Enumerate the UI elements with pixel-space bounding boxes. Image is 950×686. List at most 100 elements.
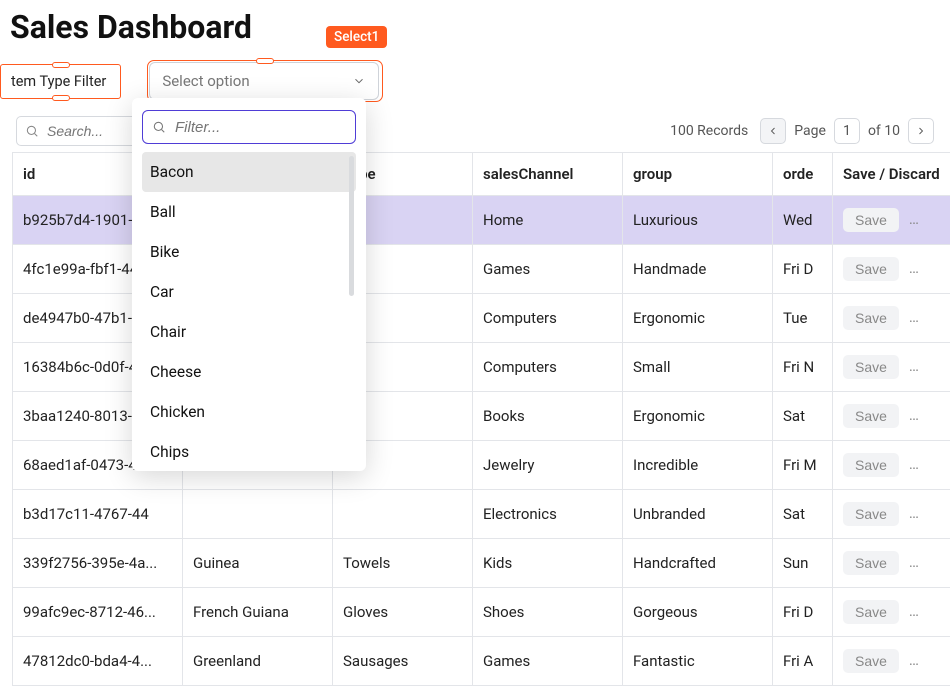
table-row[interactable]: 99afc9ec-8712-46...French GuianaGlovesSh…	[13, 588, 950, 637]
dropdown-option[interactable]: Ball	[142, 192, 356, 232]
col-sales-channel[interactable]: salesChannel	[473, 153, 623, 196]
dropdown-list[interactable]: BaconBallBikeCarChairCheeseChickenChips	[142, 152, 356, 463]
cell-id: b3d17c11-4767-44	[13, 490, 183, 539]
save-button[interactable]: Save	[843, 502, 899, 526]
cell-group: Fantastic	[623, 637, 773, 686]
cell-actions: SaveDiscard	[833, 588, 950, 637]
cell-country: Guinea	[183, 539, 333, 588]
cell-orderDate: Wed	[773, 196, 833, 245]
cell-itemType	[333, 490, 473, 539]
cell-group: Ergonomic	[623, 392, 773, 441]
dropdown-option[interactable]: Chicken	[142, 392, 356, 432]
search-icon	[152, 120, 166, 134]
cell-id: 47812dc0-bda4-4...	[13, 637, 183, 686]
next-page-button[interactable]	[908, 118, 934, 144]
dropdown-option[interactable]: Car	[142, 272, 356, 312]
save-button[interactable]: Save	[843, 649, 899, 673]
dropdown-option[interactable]: Chips	[142, 432, 356, 463]
col-group[interactable]: group	[623, 153, 773, 196]
cell-group: Luxurious	[623, 196, 773, 245]
page-of: of 10	[868, 123, 900, 139]
cell-orderDate: Fri D	[773, 245, 833, 294]
cell-actions: SaveDiscard	[833, 539, 950, 588]
table-row[interactable]: 47812dc0-bda4-4...GreenlandSausagesGames…	[13, 637, 950, 686]
cell-group: Ergonomic	[623, 294, 773, 343]
records-count: 100 Records	[670, 123, 748, 139]
cell-group: Handmade	[623, 245, 773, 294]
dropdown-option[interactable]: Bacon	[142, 152, 356, 192]
cell-salesChannel: Jewelry	[473, 441, 623, 490]
save-button[interactable]: Save	[843, 600, 899, 624]
dropdown-option[interactable]: Cheese	[142, 352, 356, 392]
cell-group: Unbranded	[623, 490, 773, 539]
cell-actions: SaveDiscard	[833, 637, 950, 686]
scrollbar[interactable]	[349, 156, 354, 296]
chevron-left-icon	[767, 125, 779, 137]
item-type-select[interactable]: Select option	[149, 62, 379, 100]
table-row[interactable]: b3d17c11-4767-44ElectronicsUnbrandedSatS…	[13, 490, 950, 539]
cell-salesChannel: Home	[473, 196, 623, 245]
cell-salesChannel: Books	[473, 392, 623, 441]
select-placeholder: Select option	[162, 72, 249, 90]
cell-orderDate: Tue	[773, 294, 833, 343]
cell-salesChannel: Games	[473, 245, 623, 294]
cell-id: 99afc9ec-8712-46...	[13, 588, 183, 637]
cell-group: Incredible	[623, 441, 773, 490]
dropdown-option[interactable]: Chair	[142, 312, 356, 352]
cell-id: 339f2756-395e-4a...	[13, 539, 183, 588]
cell-group: Handcrafted	[623, 539, 773, 588]
cell-orderDate: Fri A	[773, 637, 833, 686]
cell-salesChannel: Computers	[473, 294, 623, 343]
cell-country	[183, 490, 333, 539]
cell-country: Greenland	[183, 637, 333, 686]
cell-itemType: Sausages	[333, 637, 473, 686]
save-button[interactable]: Save	[843, 208, 899, 232]
cell-actions: SaveDiscard	[833, 196, 950, 245]
item-type-filter-label: tem Type Filter	[0, 64, 121, 99]
cell-salesChannel: Electronics	[473, 490, 623, 539]
save-button[interactable]: Save	[843, 257, 899, 281]
save-button[interactable]: Save	[843, 355, 899, 379]
cell-orderDate: Fri M	[773, 441, 833, 490]
select-dropdown-panel: BaconBallBikeCarChairCheeseChickenChips	[132, 98, 366, 471]
cell-group: Small	[623, 343, 773, 392]
cell-orderDate: Fri N	[773, 343, 833, 392]
col-action: Save / Discard	[833, 153, 950, 196]
cell-actions: SaveDiscard	[833, 441, 950, 490]
cell-actions: SaveDiscard	[833, 245, 950, 294]
save-button[interactable]: Save	[843, 404, 899, 428]
cell-salesChannel: Kids	[473, 539, 623, 588]
current-page[interactable]: 1	[834, 118, 860, 144]
save-button[interactable]: Save	[843, 306, 899, 330]
cell-orderDate: Sun	[773, 539, 833, 588]
save-button[interactable]: Save	[843, 453, 899, 477]
cell-salesChannel: Computers	[473, 343, 623, 392]
prev-page-button[interactable]	[760, 118, 786, 144]
page-label: Page	[794, 123, 826, 139]
cell-salesChannel: Games	[473, 637, 623, 686]
page-title: Sales Dashboard	[0, 0, 950, 50]
dropdown-option[interactable]: Bike	[142, 232, 356, 272]
cell-country: French Guiana	[183, 588, 333, 637]
cell-actions: SaveDiscard	[833, 490, 950, 539]
search-icon	[25, 124, 39, 138]
cell-itemType: Towels	[333, 539, 473, 588]
save-button[interactable]: Save	[843, 551, 899, 575]
col-order-date[interactable]: orde	[773, 153, 833, 196]
cell-salesChannel: Shoes	[473, 588, 623, 637]
cell-orderDate: Sat	[773, 392, 833, 441]
chevron-right-icon	[915, 125, 927, 137]
chevron-down-icon	[352, 74, 366, 88]
cell-orderDate: Fri D	[773, 588, 833, 637]
dropdown-filter-input[interactable]	[142, 110, 356, 144]
cell-actions: SaveDiscard	[833, 343, 950, 392]
pagination: 100 Records Page 1 of 10	[670, 118, 934, 144]
table-row[interactable]: 339f2756-395e-4a...GuineaTowelsKidsHandc…	[13, 539, 950, 588]
cell-actions: SaveDiscard	[833, 294, 950, 343]
filter-label-text: tem Type Filter	[11, 73, 106, 90]
cell-actions: SaveDiscard	[833, 392, 950, 441]
cell-itemType: Gloves	[333, 588, 473, 637]
cell-orderDate: Sat	[773, 490, 833, 539]
select-badge: Select1	[326, 26, 387, 48]
cell-group: Gorgeous	[623, 588, 773, 637]
